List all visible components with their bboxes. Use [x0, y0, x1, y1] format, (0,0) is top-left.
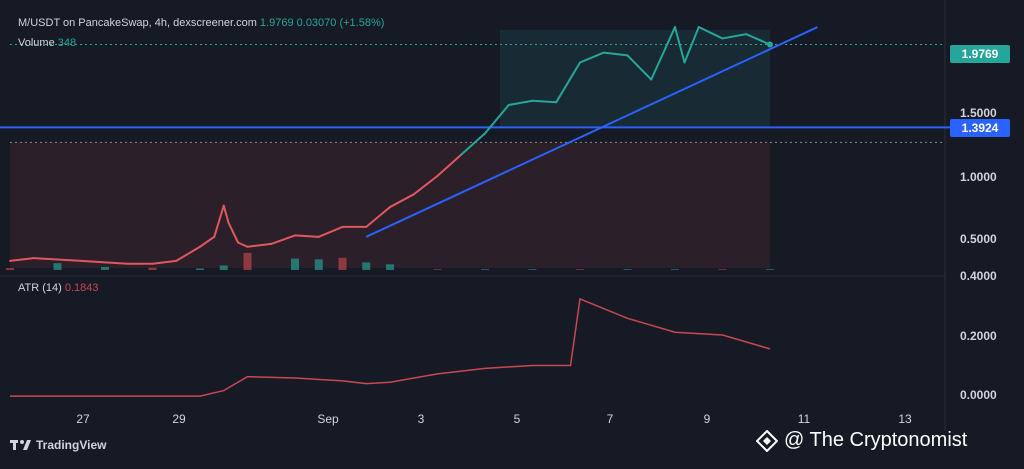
y-tick: 1.5000 [960, 106, 997, 120]
watermark: @ The Cryptonomist [756, 429, 967, 452]
red-shade [10, 142, 770, 268]
volume-bar [101, 266, 109, 270]
volume-bar [6, 268, 14, 270]
change-pct: (+1.58%) [339, 17, 385, 29]
y-tick: 0.4000 [960, 269, 997, 283]
last-price-dot [767, 41, 773, 48]
x-tick: 29 [172, 412, 186, 426]
level-price-label: 1.3924 [950, 119, 1010, 137]
volume-legend: Volume 348 [18, 37, 76, 49]
x-tick: 27 [76, 412, 90, 426]
price-line-segment [531, 99, 558, 104]
volume-value: 348 [57, 37, 77, 49]
price-line-segment [56, 258, 83, 262]
y-tick: 0.5000 [960, 232, 997, 246]
price-chart[interactable] [0, 0, 1024, 469]
volume-bar [481, 269, 489, 270]
volume-bar [219, 265, 228, 270]
change-value: 0.03070 [296, 17, 337, 29]
volume-bar [766, 269, 774, 270]
volume-bar [718, 269, 727, 270]
x-tick: 13 [898, 412, 912, 426]
y-tick: 1.0000 [960, 170, 997, 184]
volume-bar [576, 269, 584, 270]
price-line-segment [80, 259, 106, 264]
diamond-logo-icon [756, 429, 778, 452]
atr-value: 0.1843 [64, 282, 99, 294]
volume-bar [314, 259, 323, 270]
volume-bar [196, 268, 204, 270]
price-line-segment [32, 257, 59, 261]
volume-bar [362, 262, 371, 270]
price-value: 1.9769 [259, 17, 294, 29]
atr-y-tick: 0.2000 [960, 329, 997, 343]
price-line-segment [104, 261, 130, 265]
price-line-segment [294, 234, 320, 238]
volume-bar [53, 263, 62, 270]
x-tick: 11 [797, 412, 811, 426]
volume-bar [671, 269, 679, 270]
chart-header: M/USDT on PancakeSwap, 4h, dexscreener.c… [18, 17, 384, 29]
volume-bar [243, 252, 252, 270]
tradingview-text: TradingView [36, 438, 107, 452]
x-tick: 7 [606, 412, 614, 426]
volume-bar [386, 264, 394, 270]
volume-bar [623, 269, 632, 270]
current-price-label: 1.9769 [950, 45, 1010, 63]
volume-bar [528, 269, 537, 270]
tradingview-logo[interactable]: TradingView [10, 438, 106, 452]
volume-label: Volume [18, 37, 55, 49]
volume-bar [338, 257, 347, 270]
volume-bar [433, 269, 442, 270]
volume-bar [291, 258, 299, 270]
x-tick: 9 [703, 412, 711, 426]
x-tick: Sep [317, 412, 339, 426]
tradingview-icon [10, 440, 31, 450]
watermark-text: @ The Cryptonomist [784, 429, 968, 451]
atr-label: ATR (14) [18, 282, 62, 294]
x-tick: 3 [417, 412, 425, 426]
atr-legend: ATR (14) 0.1843 [18, 282, 99, 294]
atr-y-tick: 0.0000 [960, 388, 997, 402]
volume-bar [148, 267, 157, 270]
x-tick: 5 [513, 412, 521, 426]
symbol-label: M/USDT on PancakeSwap, 4h, dexscreener.c… [18, 17, 257, 29]
